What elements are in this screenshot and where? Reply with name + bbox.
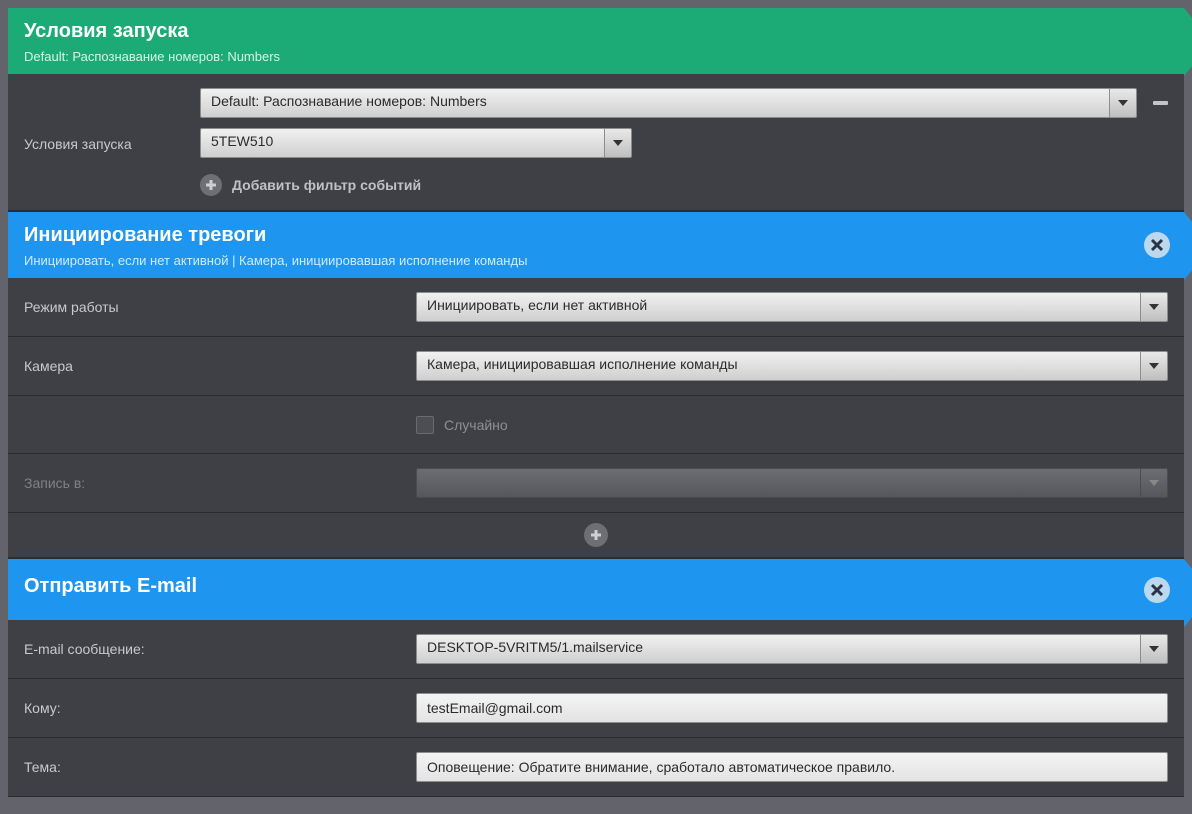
alarm-mode-row: Режим работы Инициировать, если нет акти…: [8, 278, 1184, 337]
section-email: Отправить E-mail E-mail сообщение: DESKT…: [8, 559, 1184, 797]
section-title: Условия запуска: [24, 20, 1168, 43]
email-to-input[interactable]: [416, 693, 1168, 723]
alarm-camera-row: Камера Камера, инициировавшая исполнение…: [8, 337, 1184, 396]
email-message-label: E-mail сообщение:: [24, 641, 416, 657]
alarm-record-row: Запись в:: [8, 454, 1184, 513]
mode-select[interactable]: Инициировать, если нет активной: [416, 292, 1168, 322]
record-select: [416, 468, 1168, 498]
select-value: Камера, инициировавшая исполнение команд…: [416, 351, 1140, 381]
email-to-label: Кому:: [24, 700, 416, 716]
section-title: Инициирование тревоги: [24, 224, 1168, 247]
chevron-down-icon[interactable]: [1140, 292, 1168, 322]
section-header-alarm: Инициирование тревоги Инициировать, если…: [8, 212, 1184, 278]
email-to-row: Кому:: [8, 679, 1184, 738]
section-conditions: Условия запуска Default: Распознавание н…: [8, 8, 1184, 212]
remove-condition-button[interactable]: [1153, 101, 1168, 105]
select-value: Инициировать, если нет активной: [416, 292, 1140, 322]
chevron-down-icon[interactable]: [604, 128, 632, 158]
email-message-row: E-mail сообщение: DESKTOP-5VRITM5/1.mail…: [8, 620, 1184, 679]
select-value: 5TEW510: [200, 128, 604, 158]
select-value: DESKTOP-5VRITM5/1.mailservice: [416, 634, 1140, 664]
mode-label: Режим работы: [24, 299, 416, 315]
add-row-button[interactable]: [8, 513, 1184, 558]
camera-select[interactable]: Камера, инициировавшая исполнение команд…: [416, 351, 1168, 381]
plus-icon: [200, 174, 222, 196]
plus-icon: [584, 523, 608, 547]
email-service-select[interactable]: DESKTOP-5VRITM5/1.mailservice: [416, 634, 1168, 664]
select-value: [416, 468, 1140, 498]
section-subtitle: Default: Распознавание номеров: Numbers: [24, 49, 1168, 64]
conditions-filter-select[interactable]: 5TEW510: [200, 128, 632, 158]
alarm-random-row: Случайно: [8, 396, 1184, 454]
chevron-down-icon: [1140, 468, 1168, 498]
settings-panel: Условия запуска Default: Распознавание н…: [8, 8, 1184, 797]
chevron-down-icon[interactable]: [1140, 351, 1168, 381]
section-title: Отправить E-mail: [24, 575, 1168, 598]
conditions-row: Условия запуска Default: Распознавание н…: [8, 74, 1184, 211]
chevron-down-icon[interactable]: [1140, 634, 1168, 664]
remove-section-button[interactable]: [1144, 232, 1170, 258]
add-filter-label: Добавить фильтр событий: [232, 177, 421, 193]
section-alarm: Инициирование тревоги Инициировать, если…: [8, 212, 1184, 559]
camera-label: Камера: [24, 358, 416, 374]
section-subtitle: Инициировать, если нет активной | Камера…: [24, 253, 1168, 268]
email-subject-input[interactable]: [416, 752, 1168, 782]
conditions-source-select[interactable]: Default: Распознавание номеров: Numbers: [200, 88, 1137, 118]
record-label: Запись в:: [24, 475, 416, 491]
remove-section-button[interactable]: [1144, 577, 1170, 603]
conditions-label: Условия запуска: [24, 132, 200, 152]
random-checkbox[interactable]: [416, 416, 434, 434]
select-value: Default: Распознавание номеров: Numbers: [200, 88, 1109, 118]
section-header-conditions: Условия запуска Default: Распознавание н…: [8, 8, 1184, 74]
email-subject-row: Тема:: [8, 738, 1184, 796]
add-filter-button[interactable]: Добавить фильтр событий: [200, 174, 1168, 196]
email-subject-label: Тема:: [24, 759, 416, 775]
chevron-down-icon[interactable]: [1109, 88, 1137, 118]
section-header-email: Отправить E-mail: [8, 559, 1184, 620]
random-label: Случайно: [444, 417, 508, 433]
